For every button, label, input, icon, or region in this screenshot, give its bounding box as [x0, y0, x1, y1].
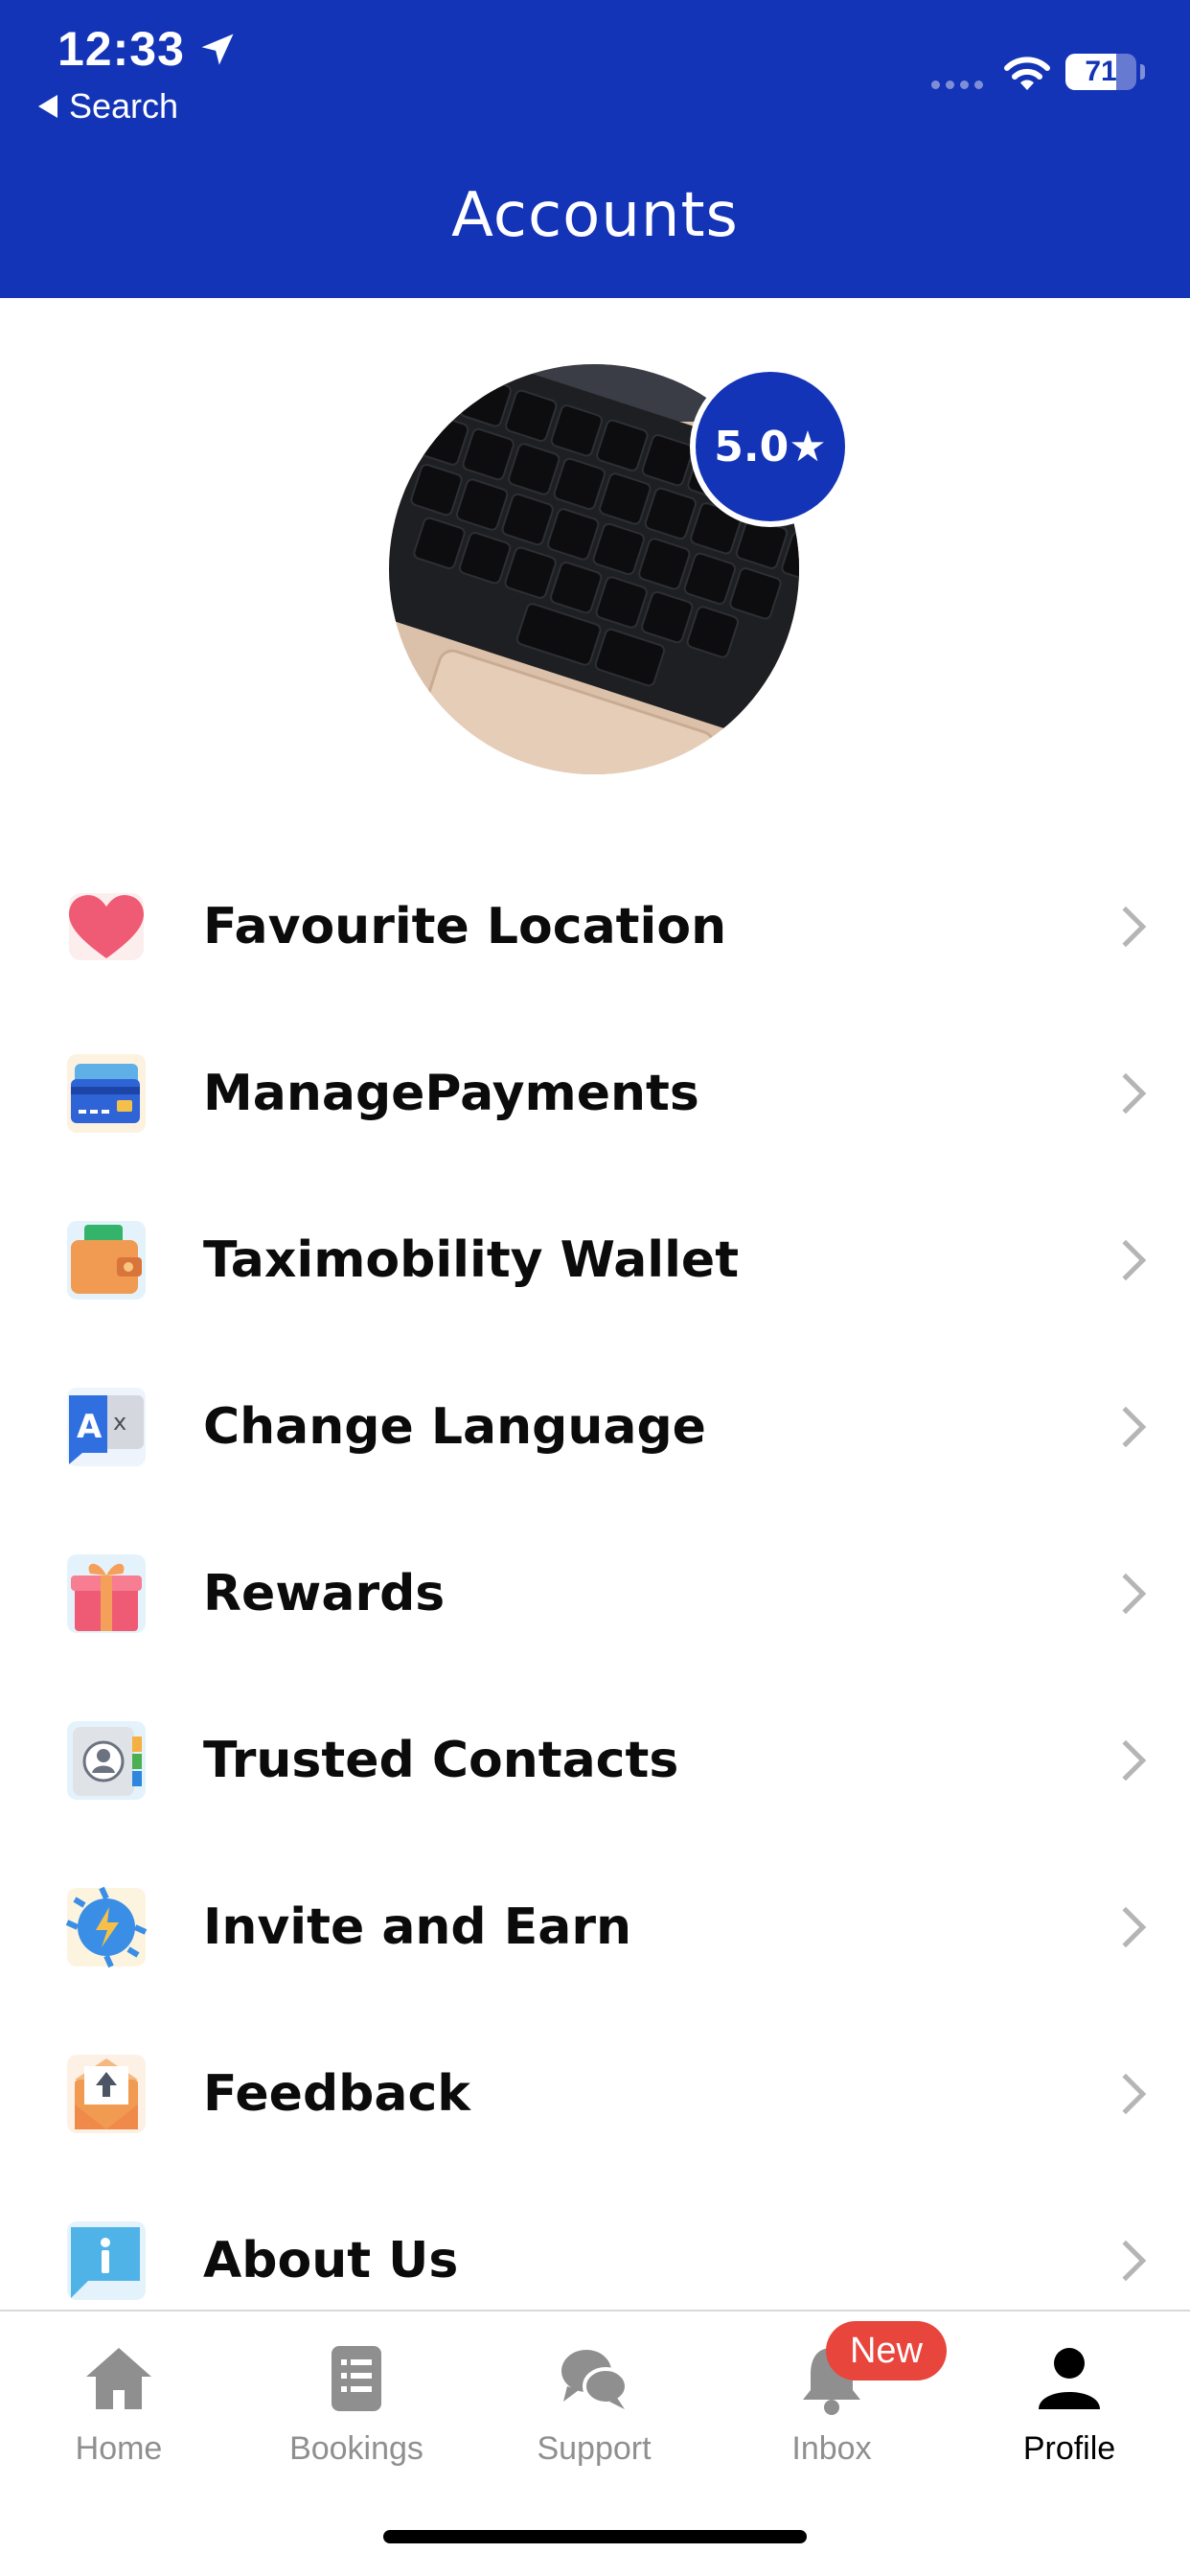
tab-label: Profile — [1022, 2430, 1116, 2467]
app-header: 12:33 Search 71 Accounts — [0, 0, 1190, 298]
invite-icon — [65, 1886, 148, 1968]
feedback-icon — [67, 2055, 146, 2133]
menu-item-trusted-contacts[interactable]: Trusted Contacts — [0, 1677, 1190, 1844]
credit-card-icon — [67, 1054, 146, 1133]
support-icon — [561, 2350, 629, 2409]
battery-icon: 71 — [1065, 54, 1136, 90]
chevron-right-icon — [1105, 1739, 1147, 1782]
inbox-new-badge: New — [826, 2321, 947, 2380]
menu-item-feedback[interactable]: Feedback — [0, 2011, 1190, 2177]
translate-icon: A x — [67, 1388, 146, 1466]
menu-item-manage-payments[interactable]: ManagePayments — [0, 1010, 1190, 1177]
menu-item-taximobility-wallet[interactable]: Taximobility Wallet — [0, 1177, 1190, 1344]
tab-label: Home — [75, 2430, 163, 2467]
menu-item-invite-and-earn[interactable]: Invite and Earn — [0, 1844, 1190, 2011]
tab-home[interactable]: Home — [0, 2340, 238, 2468]
home-icon — [86, 2348, 151, 2409]
back-arrow-icon — [38, 95, 57, 118]
back-to-search-link[interactable]: Search — [38, 86, 178, 126]
chevron-right-icon — [1105, 1406, 1147, 1448]
chevron-right-icon — [1105, 1573, 1147, 1615]
menu-label: Rewards — [203, 1565, 446, 1622]
tab-support[interactable]: Support — [475, 2340, 713, 2468]
menu-item-change-language[interactable]: A x Change Language — [0, 1344, 1190, 1510]
menu-label: About Us — [203, 2232, 459, 2289]
chevron-right-icon — [1105, 2240, 1147, 2282]
wallet-icon — [67, 1221, 146, 1300]
tab-label: Support — [537, 2430, 652, 2467]
chevron-right-icon — [1105, 1906, 1147, 1948]
gift-icon — [67, 1554, 146, 1633]
status-time: 12:33 — [57, 22, 185, 76]
account-menu: Favourite Location ManagePayments Taximo… — [0, 843, 1190, 2344]
tab-bookings[interactable]: Bookings — [238, 2340, 475, 2468]
svg-text:A: A — [77, 1408, 103, 1446]
tab-label: Inbox — [791, 2430, 872, 2467]
menu-item-favourite-location[interactable]: Favourite Location — [0, 843, 1190, 1010]
menu-label: Change Language — [203, 1398, 706, 1456]
menu-item-rewards[interactable]: Rewards — [0, 1510, 1190, 1677]
contacts-icon — [67, 1721, 146, 1800]
battery-level: 71 — [1085, 56, 1117, 87]
back-label: Search — [69, 86, 179, 126]
info-icon — [67, 2221, 146, 2300]
location-arrow-icon — [201, 34, 234, 65]
page-title: Accounts — [451, 180, 739, 251]
menu-label: Invite and Earn — [203, 1898, 632, 1956]
menu-label: ManagePayments — [203, 1065, 699, 1122]
heart-icon — [69, 893, 144, 960]
rating-badge: 5.0★ — [690, 366, 851, 527]
menu-label: Taximobility Wallet — [203, 1231, 740, 1289]
chevron-right-icon — [1105, 2073, 1147, 2115]
menu-label: Feedback — [203, 2065, 470, 2123]
menu-label: Favourite Location — [203, 898, 727, 955]
wifi-icon — [1004, 57, 1050, 90]
profile-icon — [1039, 2348, 1100, 2409]
chevron-right-icon — [1105, 1239, 1147, 1281]
tab-profile[interactable]: Profile — [950, 2340, 1188, 2468]
chevron-right-icon — [1105, 906, 1147, 948]
tab-label: Bookings — [289, 2430, 423, 2467]
svg-text:x: x — [113, 1409, 126, 1436]
chevron-right-icon — [1105, 1072, 1147, 1115]
menu-label: Trusted Contacts — [203, 1732, 679, 1789]
cellular-signal-icon — [931, 80, 983, 89]
home-indicator[interactable] — [383, 2530, 807, 2543]
bookings-icon — [332, 2346, 381, 2411]
